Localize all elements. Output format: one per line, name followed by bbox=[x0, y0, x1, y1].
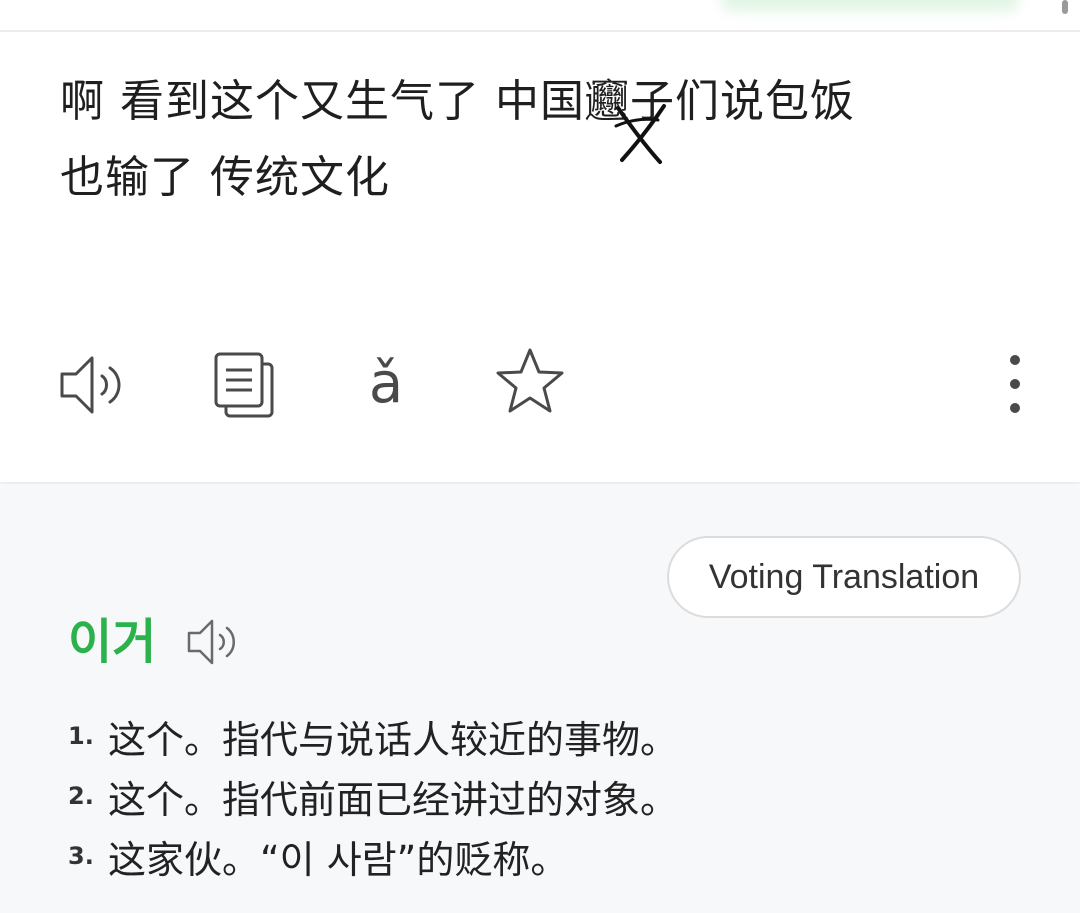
top-bar bbox=[0, 0, 1080, 32]
definition-list: 1. 这个。指代与说话人较近的事物。 2. 这个。指代前面已经讲过的对象。 3.… bbox=[68, 706, 678, 886]
pinyin-icon[interactable]: ǎ bbox=[356, 344, 416, 424]
headword-speaker-icon[interactable] bbox=[186, 616, 246, 668]
source-line-1: 啊 看到这个又生气了 中国𰻝子们说包饭 bbox=[60, 76, 855, 127]
scrollbar[interactable] bbox=[1062, 0, 1068, 14]
definition-item: 1. 这个。指代与说话人较近的事物。 bbox=[68, 706, 678, 766]
more-vertical-icon[interactable] bbox=[1004, 352, 1026, 416]
star-icon[interactable] bbox=[494, 346, 566, 416]
definition-text: 这个。指代与说话人较近的事物。 bbox=[108, 717, 679, 762]
definition-number: 3. bbox=[68, 842, 94, 870]
definition-number: 2. bbox=[68, 782, 94, 810]
definition-item: 3. 这家伙。“이 사람”的贬称。 bbox=[68, 826, 678, 886]
source-text[interactable]: 啊 看到这个又生气了 中国𰻝子们说包饭 也输了 传统文化 bbox=[60, 64, 940, 216]
speaker-icon[interactable] bbox=[58, 352, 134, 418]
top-highlight bbox=[720, 0, 1020, 12]
definition-item: 2. 这个。指代前面已经讲过的对象。 bbox=[68, 766, 678, 826]
source-line-2: 也输了 传统文化 bbox=[60, 152, 390, 203]
definition-text: 这家伙。“이 사람”的贬称。 bbox=[108, 837, 569, 882]
definition-number: 1. bbox=[68, 722, 94, 750]
definition-text: 这个。指代前面已经讲过的对象。 bbox=[108, 777, 679, 822]
voting-translation-button[interactable]: Voting Translation bbox=[667, 536, 1021, 618]
headword: 이거 bbox=[68, 614, 157, 670]
copy-icon[interactable] bbox=[210, 350, 278, 420]
